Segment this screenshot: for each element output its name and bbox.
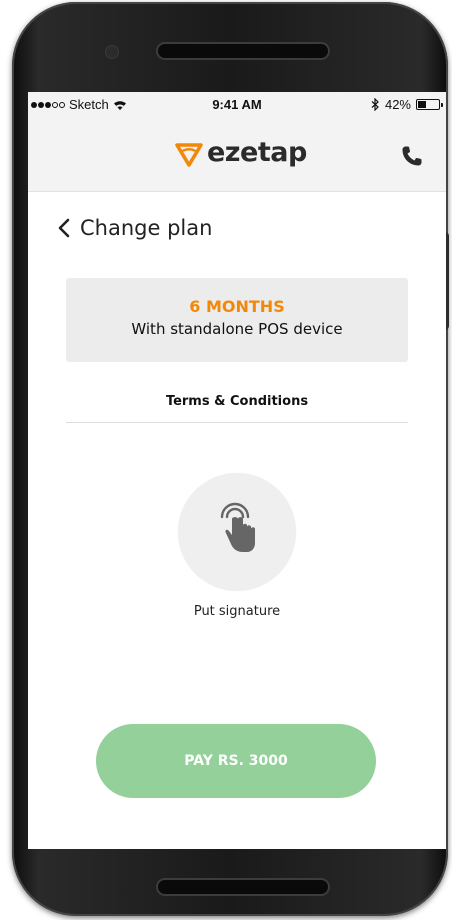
- signature-label: Put signature: [193, 604, 281, 619]
- phone-icon[interactable]: [400, 144, 424, 168]
- terms-and-conditions-link[interactable]: Terms & Conditions: [66, 394, 408, 409]
- bluetooth-icon: [371, 98, 379, 111]
- signature-button[interactable]: [178, 473, 296, 591]
- plan-card: 6 MONTHS With standalone POS device: [66, 278, 408, 362]
- battery-icon: [416, 99, 443, 110]
- back-button[interactable]: Change plan: [58, 216, 212, 240]
- back-label: Change plan: [80, 216, 213, 240]
- touch-icon: [220, 502, 255, 552]
- status-right: 42%: [371, 97, 443, 112]
- app-screen: Sketch 9:41 AM 42% ezetap Change plan 6 …: [28, 92, 446, 849]
- battery-percent: 42%: [384, 97, 411, 112]
- ezetap-logo: ezetap: [174, 137, 307, 168]
- bottom-speaker: [158, 880, 328, 894]
- status-bar: Sketch 9:41 AM 42%: [28, 92, 446, 118]
- divider: [66, 422, 408, 423]
- logo-text: ezetap: [207, 137, 307, 168]
- app-header: ezetap: [28, 118, 446, 192]
- pay-button[interactable]: PAY RS. 3000: [96, 724, 376, 798]
- plan-duration: 6 MONTHS: [189, 297, 285, 316]
- chevron-left-icon: [58, 218, 70, 238]
- plan-description: With standalone POS device: [131, 320, 343, 338]
- battery-level: [418, 101, 427, 108]
- earpiece-speaker: [158, 44, 328, 58]
- front-camera: [106, 46, 118, 58]
- ezetap-logo-icon: [175, 142, 203, 167]
